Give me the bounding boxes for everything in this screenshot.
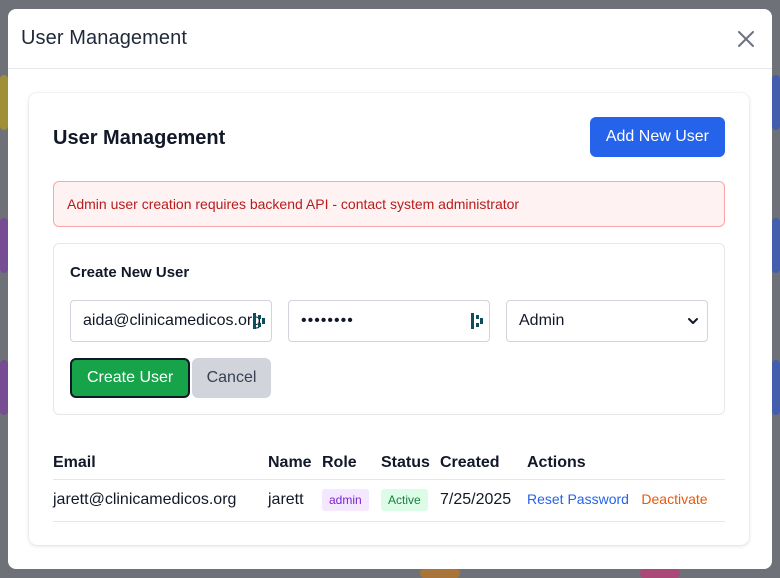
role-badge: admin bbox=[322, 489, 369, 511]
add-new-user-button[interactable]: Add New User bbox=[589, 117, 725, 157]
user-management-panel: User Management Add New User Admin user … bbox=[29, 93, 749, 545]
panel-title: User Management bbox=[53, 127, 226, 149]
alert-message: Admin user creation requires backend API… bbox=[67, 196, 520, 212]
column-header-name: Name bbox=[268, 447, 322, 480]
role-select-value: Admin bbox=[519, 312, 565, 329]
create-form-title: Create New User bbox=[70, 264, 190, 281]
background-block bbox=[0, 75, 8, 130]
password-manager-icon[interactable] bbox=[253, 313, 265, 329]
email-input[interactable] bbox=[83, 312, 261, 330]
cell-created: 7/25/2025 bbox=[440, 479, 527, 522]
cell-name: jarett bbox=[268, 479, 322, 522]
password-field[interactable] bbox=[288, 300, 490, 342]
status-badge: Active bbox=[381, 489, 428, 511]
role-select[interactable]: Admin bbox=[506, 300, 708, 342]
cell-status: Active bbox=[381, 479, 440, 522]
background-block bbox=[0, 218, 8, 273]
deactivate-link[interactable]: Deactivate bbox=[641, 491, 707, 507]
column-header-status: Status bbox=[381, 447, 440, 480]
background-block bbox=[0, 360, 8, 415]
column-header-role: Role bbox=[322, 447, 381, 480]
background-block bbox=[772, 360, 780, 415]
create-user-button[interactable]: Create User bbox=[70, 358, 191, 398]
users-table: Email Name Role Status Created Actions j… bbox=[53, 447, 725, 522]
cell-actions: Reset Password Deactivate bbox=[527, 479, 725, 522]
table-header-row: Email Name Role Status Created Actions bbox=[53, 447, 725, 480]
close-button[interactable] bbox=[734, 27, 758, 51]
create-user-form: Create New User aida@clinicamedicos.org … bbox=[53, 243, 725, 415]
email-field[interactable] bbox=[70, 300, 272, 342]
cell-role: admin bbox=[322, 479, 381, 522]
cell-email: jarett@clinicamedicos.org bbox=[53, 479, 268, 522]
modal-title: User Management bbox=[21, 27, 188, 49]
column-header-actions: Actions bbox=[527, 447, 725, 480]
cancel-button[interactable]: Cancel bbox=[192, 358, 271, 398]
user-management-modal: User Management User Management Add New … bbox=[8, 9, 772, 569]
background-block bbox=[640, 569, 680, 578]
error-alert: Admin user creation requires backend API… bbox=[53, 181, 725, 227]
background-block bbox=[772, 218, 780, 273]
background-block bbox=[420, 569, 460, 578]
column-header-created: Created bbox=[440, 447, 527, 480]
close-icon bbox=[738, 30, 754, 47]
password-input[interactable] bbox=[301, 312, 471, 330]
reset-password-link[interactable]: Reset Password bbox=[527, 491, 629, 507]
table-row: jarett@clinicamedicos.org jarett admin A… bbox=[53, 479, 725, 522]
password-manager-icon[interactable] bbox=[471, 313, 483, 329]
column-header-email: Email bbox=[53, 447, 268, 480]
background-block bbox=[772, 75, 780, 130]
modal-header: User Management bbox=[8, 9, 772, 69]
chevron-down-icon bbox=[688, 318, 698, 324]
